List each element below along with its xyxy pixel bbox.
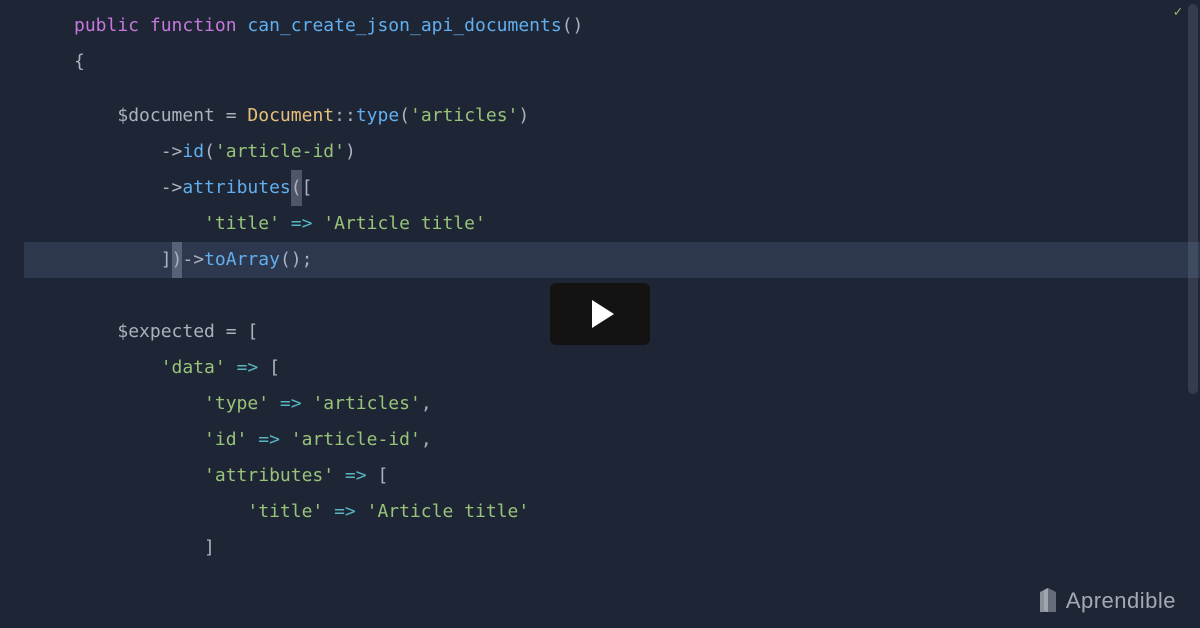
play-icon — [592, 300, 614, 328]
open-bracket: [ — [269, 350, 280, 386]
code-line: 'title' => 'Article title' — [74, 206, 1200, 242]
code-line-active: ])->toArray(); — [0, 242, 1200, 278]
brand-logo-icon — [1038, 588, 1058, 614]
cursor-position: -> — [182, 242, 204, 278]
brand-name: Aprendible — [1066, 588, 1176, 614]
array-key: 'id' — [204, 422, 247, 458]
close-paren: ) — [345, 134, 356, 170]
vertical-scrollbar[interactable] — [1188, 4, 1198, 394]
open-bracket: [ — [377, 458, 388, 494]
code-line: ->id('article-id') — [74, 134, 1200, 170]
close-bracket: ] — [204, 530, 215, 566]
double-arrow: => — [334, 458, 377, 494]
method-name: toArray — [204, 242, 280, 278]
status-checkmark-icon: ✓ — [1174, 4, 1182, 20]
array-key: 'attributes' — [204, 458, 334, 494]
empty-line — [74, 80, 1200, 98]
method-name: attributes — [182, 170, 290, 206]
method-name: id — [182, 134, 204, 170]
operator: = — [215, 98, 248, 134]
open-paren: ( — [399, 98, 410, 134]
arrow-operator: -> — [161, 170, 183, 206]
array-key: 'data' — [161, 350, 226, 386]
open-bracket: [ — [247, 314, 258, 350]
open-bracket: [ — [302, 170, 313, 206]
method-name: type — [356, 98, 399, 134]
play-button[interactable] — [550, 283, 650, 345]
keyword-function: function — [150, 8, 237, 44]
string-literal: 'article-id' — [215, 134, 345, 170]
array-value: 'article-id' — [291, 422, 421, 458]
parentheses: (); — [280, 242, 313, 278]
double-arrow: => — [280, 206, 323, 242]
double-arrow: => — [323, 494, 366, 530]
array-key: 'title' — [204, 206, 280, 242]
close-paren: ) — [518, 98, 529, 134]
code-line: 'title' => 'Article title' — [74, 494, 1200, 530]
double-arrow: => — [269, 386, 312, 422]
array-value: 'Article title' — [323, 206, 486, 242]
code-line: ] — [74, 530, 1200, 566]
keyword-public: public — [74, 8, 139, 44]
code-line: $document = Document::type('articles') — [74, 98, 1200, 134]
array-value: 'articles' — [312, 386, 420, 422]
code-line: 'data' => [ — [74, 350, 1200, 386]
code-line: 'id' => 'article-id', — [74, 422, 1200, 458]
code-line: { — [74, 44, 1200, 80]
code-line: 'attributes' => [ — [74, 458, 1200, 494]
close-bracket: ] — [161, 242, 172, 278]
class-name: Document — [247, 98, 334, 134]
double-arrow: => — [247, 422, 290, 458]
variable: $expected — [117, 314, 215, 350]
code-line: public function can_create_json_api_docu… — [74, 8, 1200, 44]
parentheses: () — [562, 8, 584, 44]
comma: , — [421, 422, 432, 458]
function-name: can_create_json_api_documents — [247, 8, 561, 44]
scope-operator: :: — [334, 98, 356, 134]
code-line: 'type' => 'articles', — [74, 386, 1200, 422]
arrow-operator: -> — [161, 134, 183, 170]
array-key: 'title' — [247, 494, 323, 530]
open-brace: { — [74, 44, 85, 80]
code-line: ->attributes([ — [74, 170, 1200, 206]
editor-gutter — [0, 0, 24, 628]
open-paren-highlight: ( — [291, 170, 302, 206]
comma: , — [421, 386, 432, 422]
string-literal: 'articles' — [410, 98, 518, 134]
double-arrow: => — [226, 350, 269, 386]
array-key: 'type' — [204, 386, 269, 422]
array-value: 'Article title' — [367, 494, 530, 530]
close-paren-highlight: ) — [172, 242, 183, 278]
brand-logo: Aprendible — [1038, 588, 1176, 614]
variable: $document — [117, 98, 215, 134]
open-paren: ( — [204, 134, 215, 170]
operator: = — [215, 314, 248, 350]
